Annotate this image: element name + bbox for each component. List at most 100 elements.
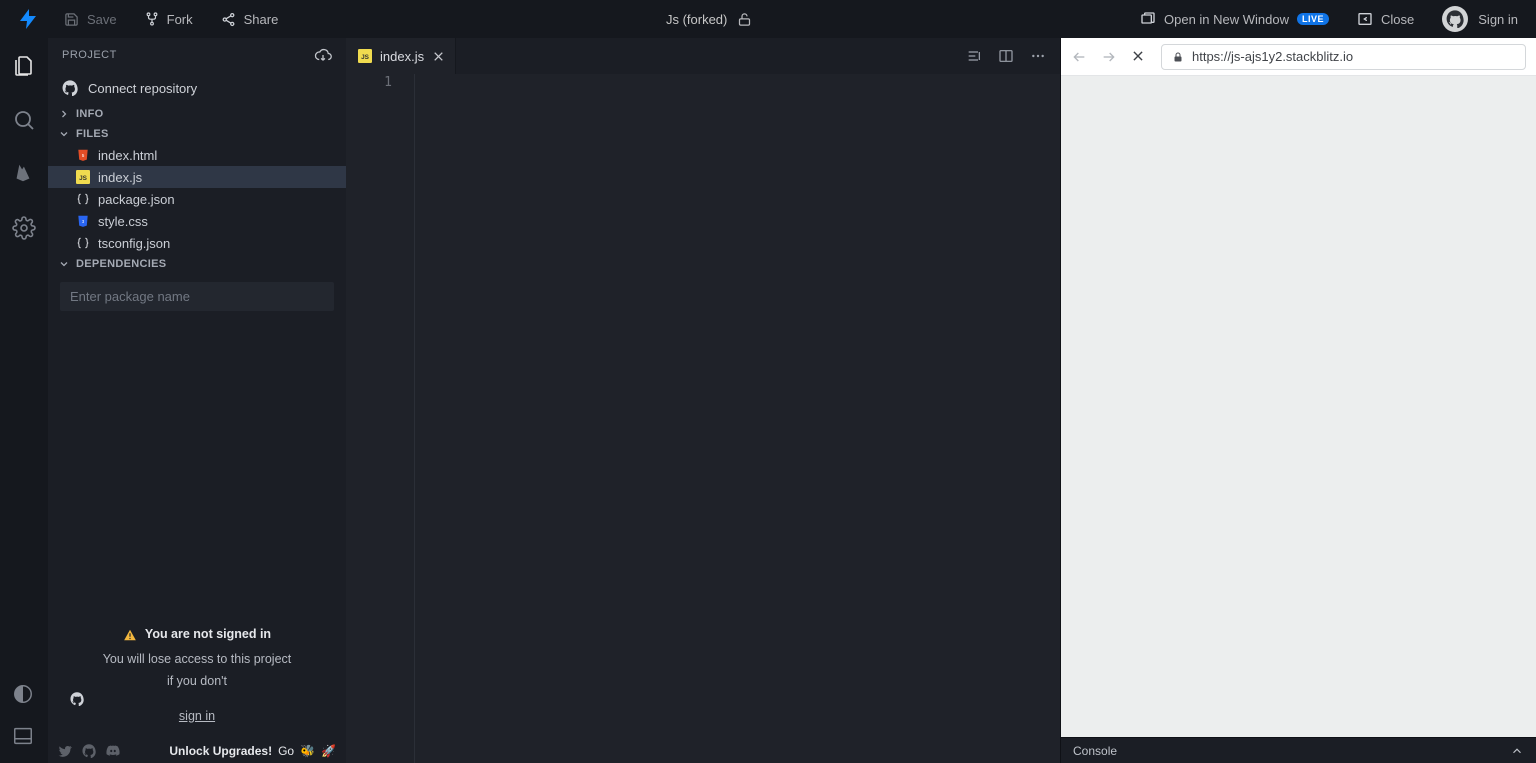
github-icon: [62, 80, 78, 96]
preview-url: https://js-ajs1y2.stackblitz.io: [1192, 49, 1353, 64]
json-file-icon: [76, 192, 90, 206]
not-signed-in-title: You are not signed in: [145, 624, 271, 645]
project-title-text: Js (forked): [666, 12, 727, 27]
svg-text:JS: JS: [361, 54, 370, 61]
split-editor-icon[interactable]: [998, 48, 1014, 64]
rocket-icon: 🚀: [321, 744, 336, 758]
connect-repo-label: Connect repository: [88, 81, 197, 96]
github-avatar-icon: [1442, 6, 1468, 32]
close-label: Close: [1381, 12, 1414, 27]
section-dependencies[interactable]: DEPENDENCIES: [48, 254, 346, 274]
sign-in-label: Sign in: [1478, 12, 1518, 27]
line-number: 1: [346, 75, 392, 90]
format-icon[interactable]: [966, 48, 982, 64]
live-badge: LIVE: [1297, 13, 1329, 25]
open-new-window-button[interactable]: Open in New Window LIVE: [1126, 0, 1343, 38]
file-name: index.js: [98, 170, 142, 185]
share-button[interactable]: Share: [207, 0, 293, 38]
chevron-up-icon: [1510, 744, 1524, 758]
search-icon[interactable]: [12, 108, 36, 132]
project-title[interactable]: Js (forked): [666, 12, 752, 27]
preview-body[interactable]: [1061, 76, 1536, 737]
file-row[interactable]: tsconfig.json: [48, 232, 346, 254]
tab-label: index.js: [380, 49, 424, 64]
file-name: style.css: [98, 214, 148, 229]
sidebar-header-label: PROJECT: [62, 49, 117, 61]
unlock-upgrades-label: Unlock Upgrades!: [169, 744, 272, 758]
chevron-right-icon: [58, 108, 70, 120]
preview-toolbar: https://js-ajs1y2.stackblitz.io: [1061, 38, 1536, 76]
section-info-label: INFO: [76, 108, 103, 120]
github-icon[interactable]: [82, 744, 96, 758]
more-actions-icon[interactable]: [1030, 48, 1046, 64]
console-bar[interactable]: Console: [1061, 737, 1536, 763]
terminal-panel-icon[interactable]: [12, 725, 36, 749]
svg-text:5: 5: [82, 153, 85, 158]
json-file-icon: [76, 236, 90, 250]
preview-url-bar[interactable]: https://js-ajs1y2.stackblitz.io: [1161, 44, 1526, 70]
not-signed-in-banner: You are not signed in You will lose acce…: [48, 614, 346, 739]
section-files[interactable]: FILES: [48, 124, 346, 144]
github-icon: [70, 692, 84, 706]
forward-icon[interactable]: [1101, 49, 1117, 65]
menubar: Save Fork Share Js (forked) Open in New …: [0, 0, 1536, 38]
dependency-input[interactable]: [60, 282, 334, 311]
explorer-icon[interactable]: [12, 54, 36, 78]
tab-bar: JS index.js: [346, 38, 1060, 74]
sign-in-button[interactable]: Sign in: [1428, 0, 1524, 38]
not-signed-in-line1: You will lose access to this project: [64, 649, 330, 670]
line-gutter: 1: [346, 74, 414, 763]
chevron-down-icon: [58, 258, 70, 270]
editor-pane: JS index.js 1: [346, 38, 1060, 763]
sign-in-link[interactable]: sign in: [179, 709, 215, 723]
file-row[interactable]: 3 style.css: [48, 210, 346, 232]
lock-icon: [1172, 51, 1184, 63]
theme-toggle-icon[interactable]: [12, 683, 36, 707]
back-icon[interactable]: [1071, 49, 1087, 65]
firebase-icon[interactable]: [12, 162, 36, 186]
save-label: Save: [87, 12, 117, 27]
console-label: Console: [1073, 744, 1117, 758]
connect-repository-button[interactable]: Connect repository: [48, 72, 346, 104]
not-signed-in-prefix: if you don't: [167, 674, 227, 688]
unlock-icon: [737, 12, 752, 27]
save-button[interactable]: Save: [50, 0, 131, 38]
go-label: Go: [278, 744, 294, 758]
js-file-icon: JS: [76, 170, 90, 184]
stackblitz-logo-icon[interactable]: [16, 7, 40, 31]
file-name: index.html: [98, 148, 157, 163]
code-body[interactable]: [414, 74, 1060, 763]
file-row[interactable]: 5 index.html: [48, 144, 346, 166]
fork-label: Fork: [167, 12, 193, 27]
close-preview-icon[interactable]: [1131, 49, 1147, 65]
fork-button[interactable]: Fork: [131, 0, 207, 38]
twitter-icon[interactable]: [58, 744, 72, 758]
file-name: tsconfig.json: [98, 236, 170, 251]
js-file-icon: JS: [358, 49, 372, 63]
preview-pane: https://js-ajs1y2.stackblitz.io Console: [1060, 38, 1536, 763]
section-files-label: FILES: [76, 128, 109, 140]
close-button[interactable]: Close: [1343, 0, 1428, 38]
code-editor[interactable]: 1: [346, 74, 1060, 763]
close-panel-icon: [1357, 11, 1373, 27]
open-new-window-label: Open in New Window: [1164, 12, 1289, 27]
file-row[interactable]: JS index.js: [48, 166, 346, 188]
activity-bar: [0, 38, 48, 763]
discord-icon[interactable]: [106, 744, 120, 758]
svg-text:JS: JS: [79, 175, 88, 182]
css-file-icon: 3: [76, 214, 90, 228]
sidebar-footer: Unlock Upgrades! Go 🐝 🚀: [48, 739, 346, 763]
close-tab-icon[interactable]: [432, 50, 445, 63]
file-row[interactable]: package.json: [48, 188, 346, 210]
settings-gear-icon[interactable]: [12, 216, 36, 240]
beehive-icon: 🐝: [300, 744, 315, 758]
chevron-down-icon: [58, 128, 70, 140]
section-info[interactable]: INFO: [48, 104, 346, 124]
warning-triangle-icon: [123, 628, 137, 642]
cloud-download-icon[interactable]: [314, 46, 332, 64]
section-dependencies-label: DEPENDENCIES: [76, 258, 166, 270]
unlock-upgrades-button[interactable]: Unlock Upgrades! Go 🐝 🚀: [169, 744, 336, 758]
tab-index-js[interactable]: JS index.js: [346, 38, 456, 74]
share-label: Share: [244, 12, 279, 27]
file-name: package.json: [98, 192, 175, 207]
